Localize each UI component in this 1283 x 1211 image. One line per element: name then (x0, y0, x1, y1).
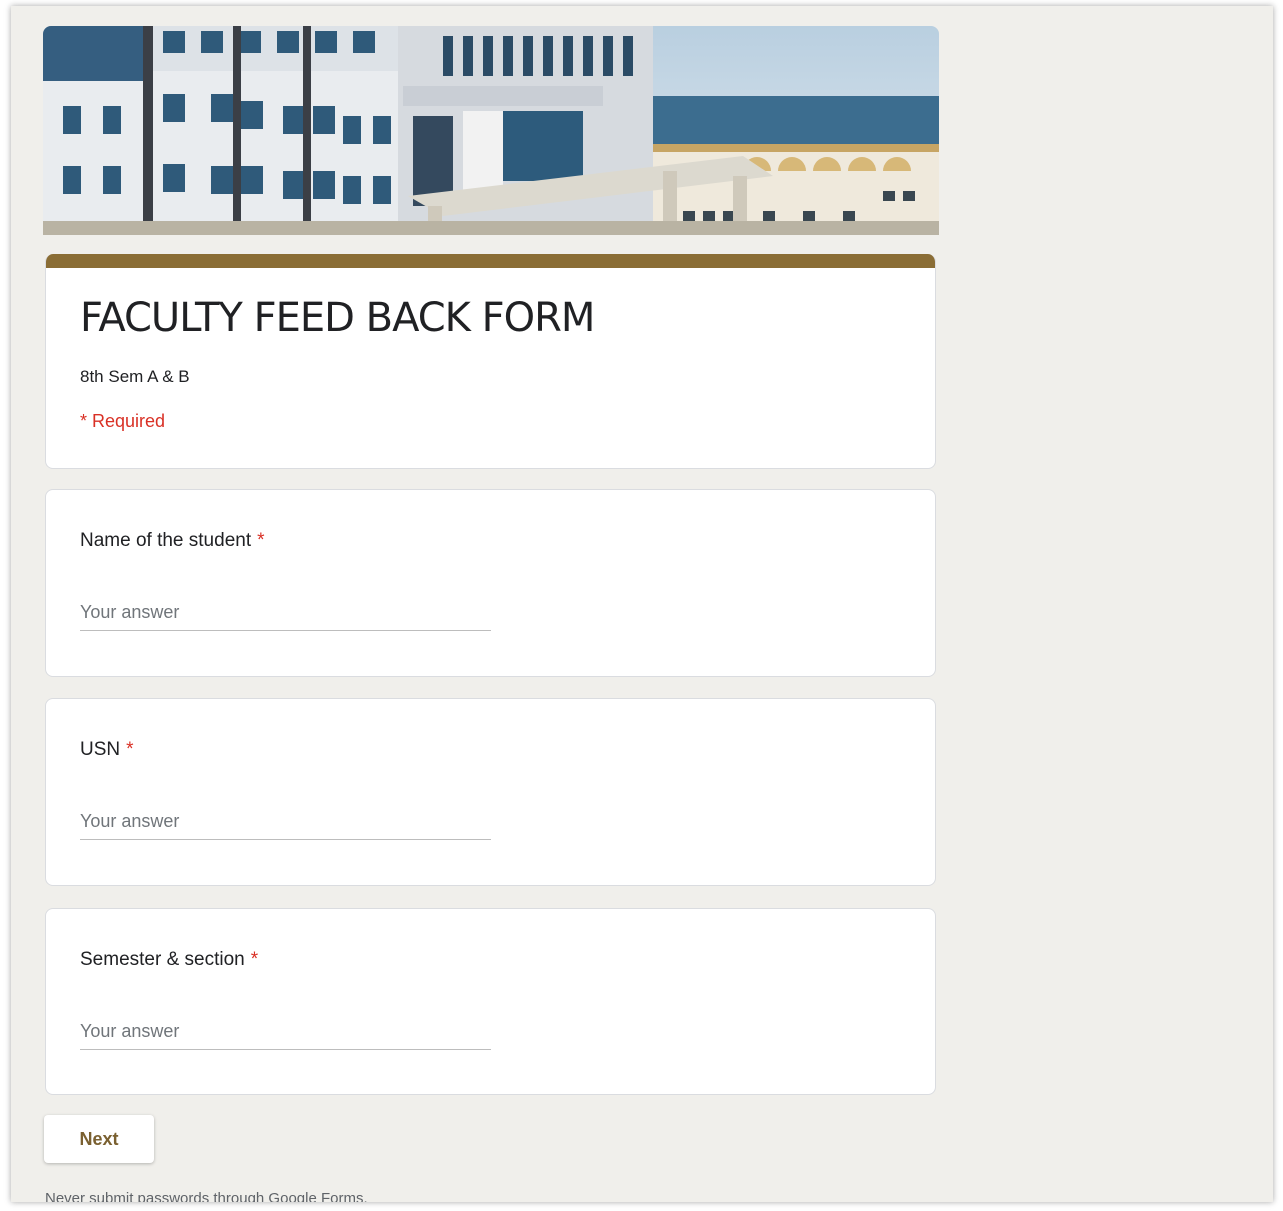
question-label-text: Name of the student (80, 530, 252, 551)
question-label: USN * (80, 739, 134, 761)
next-button[interactable]: Next (44, 1115, 154, 1163)
required-asterisk: * (250, 949, 259, 970)
usn-input[interactable] (80, 803, 491, 840)
question-card-usn: USN * (45, 698, 936, 886)
question-label: Semester & section * (80, 949, 258, 971)
form-page: FACULTY FEED BACK FORM 8th Sem A & B * R… (11, 6, 1273, 1202)
required-asterisk: * (126, 739, 134, 760)
question-label-text: Semester & section (80, 949, 245, 970)
question-label: Name of the student * (80, 530, 265, 552)
form-description: 8th Sem A & B (80, 367, 190, 386)
footer-note: Never submit passwords through Google Fo… (45, 1190, 368, 1202)
semester-section-input[interactable] (80, 1013, 491, 1050)
form-header-card: FACULTY FEED BACK FORM 8th Sem A & B * R… (45, 254, 936, 469)
question-card-name: Name of the student * (45, 489, 936, 677)
question-card-semester: Semester & section * (45, 908, 936, 1095)
question-label-text: USN (80, 739, 121, 760)
required-asterisk: * (257, 530, 265, 551)
required-note: * Required (80, 411, 166, 431)
accent-bar (46, 254, 935, 268)
header-banner-image (43, 26, 939, 235)
student-name-input[interactable] (80, 594, 491, 631)
form-title: FACULTY FEED BACK FORM (80, 295, 595, 341)
